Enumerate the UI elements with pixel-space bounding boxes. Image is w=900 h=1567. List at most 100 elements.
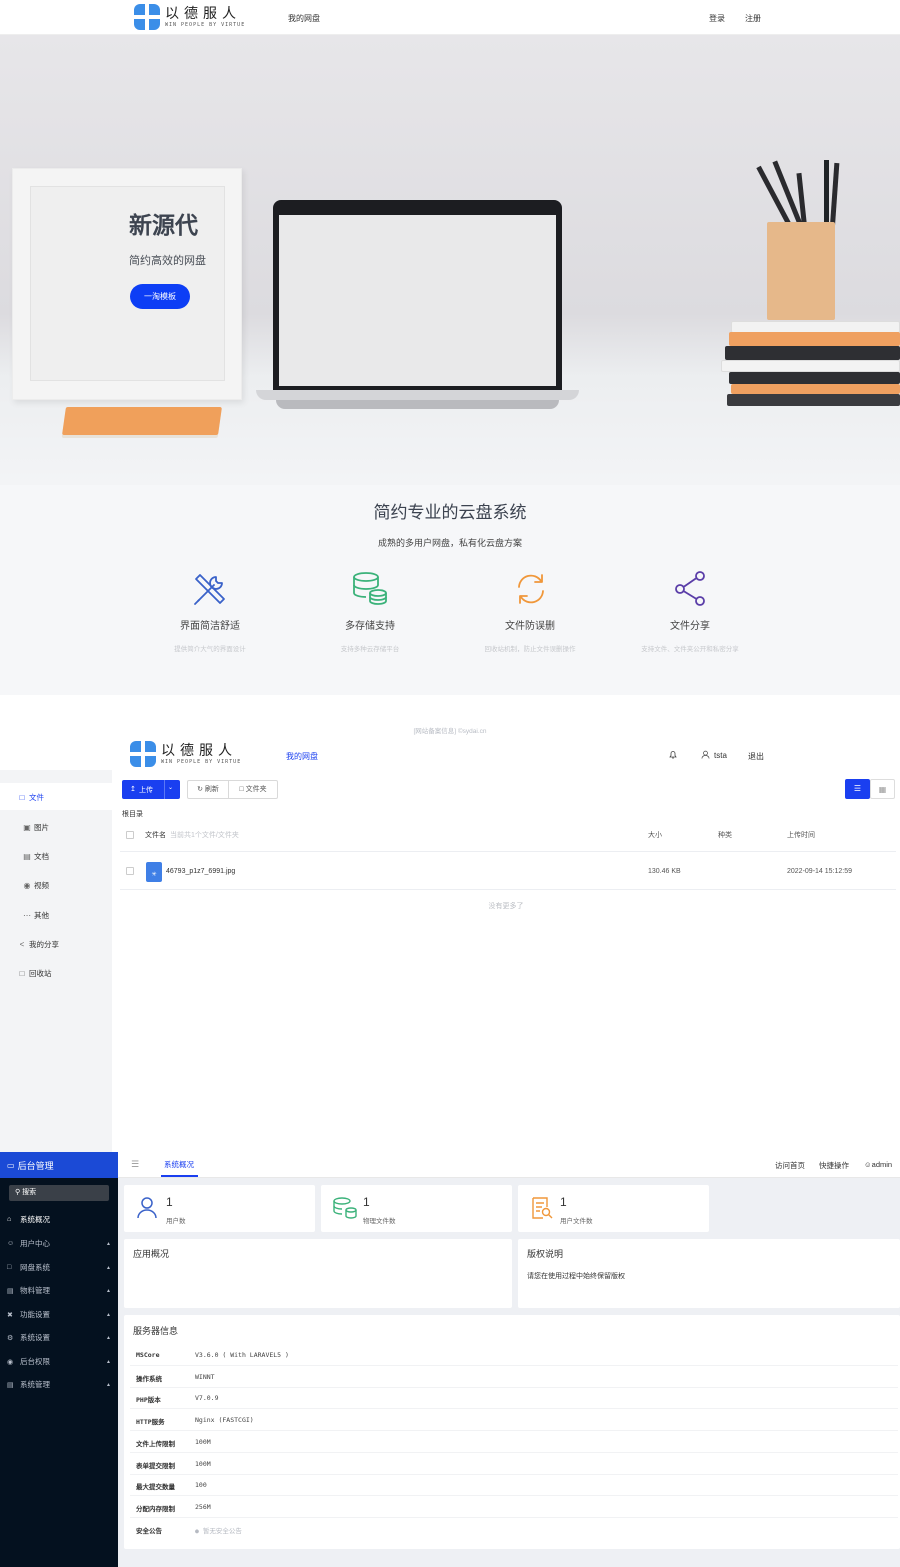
admin-menu-overview[interactable]: ⌂ 系统概况 [7, 1214, 111, 1225]
fm-logout[interactable]: 退出 [748, 751, 764, 762]
register-link[interactable]: 注册 [745, 13, 761, 24]
admin-search-input[interactable]: ⚲ 搜索 [9, 1185, 109, 1201]
site-logo[interactable]: 以德服人 WIN PEOPLE BY VIRTUE [134, 4, 245, 30]
sidebar-item-images[interactable]: ▣ 图片 [23, 822, 49, 833]
sidebar-item-other[interactable]: ⋯ 其他 [23, 910, 49, 921]
admin-menu-system[interactable]: ▤ 系统管理 ▲ [7, 1379, 111, 1390]
breadcrumb[interactable]: 根目录 [122, 809, 143, 819]
select-all-checkbox[interactable] [126, 831, 134, 839]
server-key-upload: 文件上传限制 [136, 1440, 175, 1448]
image-icon: ▣ [23, 823, 31, 832]
brand-cn: 以德服人 [161, 742, 237, 759]
feature-desc-2: 支持多种云存储平台 [340, 646, 400, 653]
column-size[interactable]: 大小 [648, 830, 662, 840]
admin-menu-users[interactable]: ☺ 用户中心 ▲ [7, 1238, 111, 1249]
lock-icon: ◉ [7, 1358, 14, 1366]
photo-frame [12, 168, 242, 400]
caret-up-icon: ▲ [106, 1381, 111, 1388]
file-icon: □ [19, 793, 25, 802]
caret-up-icon: ▲ [106, 1334, 111, 1341]
trash-icon: □ [19, 969, 25, 978]
grid-view-button[interactable]: ▦ [870, 779, 895, 799]
server-key-post: 表单提交限制 [136, 1462, 175, 1470]
list-view-button[interactable]: ☰ [845, 779, 870, 799]
share-icon: < [19, 940, 25, 949]
row-checkbox[interactable] [126, 867, 134, 875]
list-icon: ▤ [7, 1381, 14, 1389]
stat-userfiles-label: 用户文件数 [560, 1218, 593, 1225]
box-icon: ▤ [7, 1287, 14, 1295]
database-icon [353, 572, 387, 605]
sidebar-item-trash[interactable]: □ 回收站 [18, 968, 52, 979]
login-link[interactable]: 登录 [709, 13, 725, 24]
search-icon: ⚲ [15, 1189, 21, 1196]
features-title: 简约专业的云盘系统 [373, 503, 527, 522]
file-time: 2022-09-14 15:12:59 [787, 868, 852, 875]
info-icon: ● [195, 1527, 199, 1535]
admin-menu-disk[interactable]: □ 网盘系统 ▲ [7, 1262, 111, 1273]
feature-desc-1: 提供简介大气的界面设计 [174, 646, 246, 653]
server-info-title: 服务器信息 [133, 1326, 179, 1336]
app-overview-title: 应用概况 [133, 1249, 170, 1259]
server-val-upload: 100M [195, 1438, 211, 1446]
caret-up-icon: ▲ [106, 1240, 111, 1247]
image-file-icon: ✳ [146, 862, 162, 882]
tools-icon [194, 574, 225, 605]
database-icon [333, 1197, 357, 1219]
admin-brand[interactable]: ▭ 后台管理 [0, 1152, 118, 1178]
share-icon [675, 571, 705, 606]
file-name[interactable]: 46793_p1z7_6991.jpg [166, 868, 235, 875]
quick-actions-link[interactable]: 快捷操作 [819, 1160, 849, 1171]
app-overview-panel [124, 1239, 512, 1308]
folder-icon: □ [7, 1264, 12, 1271]
upload-button[interactable]: ↥ 上传 ⌄ [122, 780, 180, 799]
server-key-core: MSCore [136, 1351, 160, 1359]
sidebar-item-docs[interactable]: ▤ 文档 [23, 851, 49, 862]
grid-icon: ▦ [878, 785, 887, 794]
caret-up-icon: ▲ [106, 1311, 111, 1318]
icp-footer[interactable]: [网站备案信息] ©sydai.cn [0, 725, 900, 735]
fm-username[interactable]: tsta [714, 751, 727, 760]
new-folder-button[interactable]: □ 文件夹 [228, 780, 278, 799]
admin-menu-materials[interactable]: ▤ 物料管理 ▲ [7, 1285, 111, 1296]
server-key-security: 安全公告 [136, 1527, 162, 1535]
server-val-http: Nginx (FASTCGI) [195, 1416, 254, 1424]
filemanager-logo[interactable]: 以德服人 WIN PEOPLE BY VIRTUE [130, 741, 241, 767]
nav-mydisk-link[interactable]: 我的网盘 [288, 13, 320, 24]
admin-menu-features[interactable]: ✖ 功能设置 ▲ [7, 1309, 111, 1320]
fm-nav-mydisk[interactable]: 我的网盘 [286, 751, 318, 762]
admin-user-menu[interactable]: ☺admin [864, 1160, 892, 1169]
doc-search-icon [532, 1197, 553, 1219]
list-icon: ☰ [853, 784, 862, 793]
server-val-post: 100M [195, 1460, 211, 1468]
monitor-icon: ▭ [7, 1160, 15, 1170]
server-val-memory: 256M [195, 1503, 211, 1511]
file-count-hint: 当前共1个文件/文件夹 [170, 832, 239, 839]
server-key-php: PHP版本 [136, 1396, 161, 1404]
chevron-down-icon[interactable]: ⌄ [168, 784, 173, 791]
refresh-icon [518, 574, 544, 604]
refresh-button[interactable]: ↻ 刷新 [187, 780, 229, 799]
admin-menu-settings[interactable]: ⚙ 系统设置 ▲ [7, 1332, 111, 1343]
tab-overview[interactable]: 系统概况 [164, 1159, 194, 1170]
menu-toggle-icon[interactable]: ☰ [131, 1159, 139, 1170]
column-name[interactable]: 文件名 [145, 830, 166, 840]
refresh-icon: ↻ [197, 786, 203, 793]
sidebar-item-videos[interactable]: ◉ 视频 [23, 880, 50, 891]
column-type[interactable]: 种类 [718, 830, 732, 840]
server-val-php: V7.0.9 [195, 1394, 219, 1402]
folder-icon: □ [239, 786, 244, 793]
server-val-core: V3.6.0 ( With LARAVEL5 ) [195, 1351, 289, 1359]
feature-desc-3: 回收站机制，防止文件误删操作 [484, 646, 576, 653]
logo-mark-icon [130, 741, 156, 767]
hero-cta-button[interactable]: 一淘模板 [130, 284, 190, 309]
visit-home-link[interactable]: 访问首页 [775, 1160, 805, 1171]
sidebar-item-files[interactable]: □ 文件 [18, 792, 44, 803]
server-val-maxinput: 100 [195, 1481, 207, 1489]
bell-icon[interactable] [668, 750, 678, 760]
column-time[interactable]: 上传时间 [787, 830, 815, 840]
sidebar-item-shares[interactable]: < 我的分享 [18, 939, 59, 950]
admin-menu-permissions[interactable]: ◉ 后台权限 ▲ [7, 1356, 111, 1367]
stat-physical-label: 物理文件数 [363, 1218, 396, 1225]
tools-icon: ✖ [7, 1311, 13, 1319]
